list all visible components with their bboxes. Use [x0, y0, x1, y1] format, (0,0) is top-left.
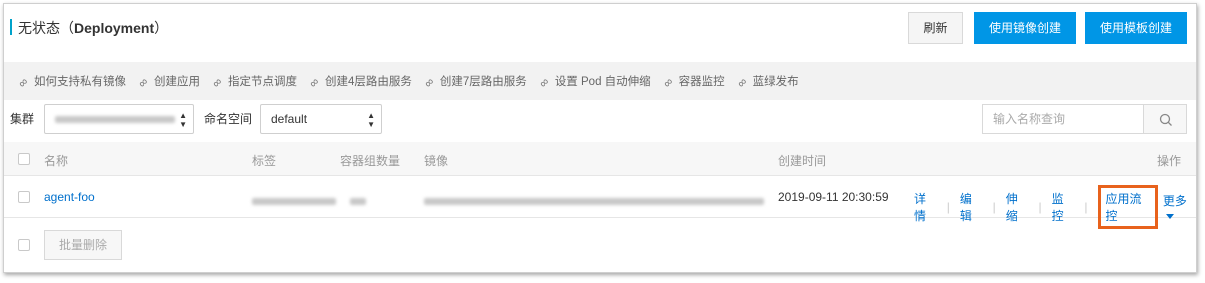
- create-from-image-button[interactable]: 使用镜像创建: [974, 12, 1076, 44]
- page-title: 无状态（Deployment）: [18, 18, 168, 38]
- cluster-select[interactable]: ▲ ▼: [44, 104, 194, 134]
- column-header-pod-count: 容器组数量: [340, 154, 401, 168]
- action-separator: |: [992, 200, 996, 214]
- create-from-template-button[interactable]: 使用模板创建: [1085, 12, 1187, 44]
- cluster-label: 集群: [10, 112, 35, 126]
- refresh-button[interactable]: 刷新: [908, 12, 963, 44]
- select-all-checkbox[interactable]: [18, 153, 30, 165]
- select-arrows-icon: ▲ ▼: [367, 111, 375, 129]
- page-title-prefix: 无状态（: [18, 20, 74, 36]
- deployment-name-link[interactable]: agent-foo: [44, 190, 95, 204]
- link-icon: ∞: [305, 74, 322, 91]
- row-checkbox[interactable]: [18, 191, 30, 203]
- help-link-node-scheduling[interactable]: ∞ 指定节点调度: [208, 73, 297, 91]
- action-separator: |: [1038, 200, 1042, 214]
- deployment-panel: 无状态（Deployment） 刷新 使用镜像创建 使用模板创建 ∞ 如何支持私有…: [3, 3, 1197, 273]
- page-title-suffix: ）: [154, 20, 169, 36]
- link-icon: ∞: [208, 74, 225, 91]
- help-link-container-monitor[interactable]: ∞ 容器监控: [659, 73, 725, 91]
- namespace-select[interactable]: default ▲ ▼: [260, 104, 382, 134]
- link-icon: ∞: [134, 74, 151, 91]
- help-link-blue-green[interactable]: ∞ 蓝绿发布: [733, 73, 799, 91]
- help-link-l7-service[interactable]: ∞ 创建7层路由服务: [420, 73, 527, 91]
- action-separator: |: [946, 200, 950, 214]
- more-label: 更多: [1162, 193, 1187, 208]
- help-link-label: 指定节点调度: [228, 76, 297, 88]
- link-icon: ∞: [659, 74, 676, 91]
- column-header-image: 镜像: [424, 154, 449, 168]
- select-arrows-icon: ▲ ▼: [179, 111, 187, 129]
- footer-select-all-checkbox[interactable]: [18, 239, 30, 251]
- namespace-value: default: [271, 112, 308, 126]
- column-header-tags: 标签: [252, 154, 277, 168]
- link-icon: ∞: [420, 74, 437, 91]
- link-icon: ∞: [14, 74, 31, 91]
- help-link-label: 创建7层路由服务: [439, 76, 527, 88]
- help-link-label: 创建4层路由服务: [325, 76, 412, 88]
- created-time: 2019-09-11 20:30:59: [778, 190, 889, 204]
- page-header: 无状态（Deployment） 刷新 使用镜像创建 使用模板创建: [4, 4, 1196, 48]
- image-value-redacted: [424, 194, 764, 208]
- cluster-value-redacted: [55, 116, 175, 124]
- help-links-bar: ∞ 如何支持私有镜像 ∞ 创建应用 ∞ 指定节点调度 ∞ 创建4层路由服务 ∞ 创建7层路…: [4, 62, 1196, 100]
- search-input[interactable]: [982, 104, 1144, 134]
- column-header-created: 创建时间: [778, 154, 827, 168]
- search-button[interactable]: [1143, 104, 1187, 134]
- pod-count-value-redacted: [350, 194, 366, 208]
- help-link-label: 设置 Pod 自动伸缩: [554, 76, 651, 88]
- help-link-label: 创建应用: [154, 76, 200, 88]
- table-header: 名称 标签 容器组数量 镜像 创建时间 操作: [4, 142, 1196, 176]
- page-title-bold: Deployment: [74, 20, 155, 36]
- help-link-label: 蓝绿发布: [752, 76, 799, 88]
- table-row: agent-foo 2019-09-11 20:30:59 详情 | 编辑 | …: [4, 176, 1196, 229]
- link-icon: ∞: [733, 74, 750, 91]
- help-link-label: 容器监控: [678, 76, 725, 88]
- title-accent-bar: [10, 19, 12, 35]
- batch-delete-button[interactable]: 批量删除: [44, 230, 122, 260]
- search-icon: [1159, 113, 1172, 126]
- link-icon: ∞: [535, 74, 552, 91]
- help-link-private-image[interactable]: ∞ 如何支持私有镜像: [14, 73, 126, 91]
- column-header-name: 名称: [44, 154, 69, 168]
- action-separator: |: [1084, 200, 1088, 214]
- help-link-l4-service[interactable]: ∞ 创建4层路由服务: [305, 73, 412, 91]
- table-footer: 批量删除: [4, 218, 1196, 274]
- help-link-create-app[interactable]: ∞ 创建应用: [134, 73, 200, 91]
- help-link-pod-autoscale[interactable]: ∞ 设置 Pod 自动伸缩: [535, 73, 651, 91]
- filter-bar: 集群 ▲ ▼ 命名空间 default ▲ ▼: [4, 100, 1196, 142]
- namespace-label: 命名空间: [204, 112, 253, 126]
- tags-value-redacted: [252, 194, 336, 208]
- column-header-actions: 操作: [1157, 154, 1182, 168]
- help-link-label: 如何支持私有镜像: [34, 76, 126, 88]
